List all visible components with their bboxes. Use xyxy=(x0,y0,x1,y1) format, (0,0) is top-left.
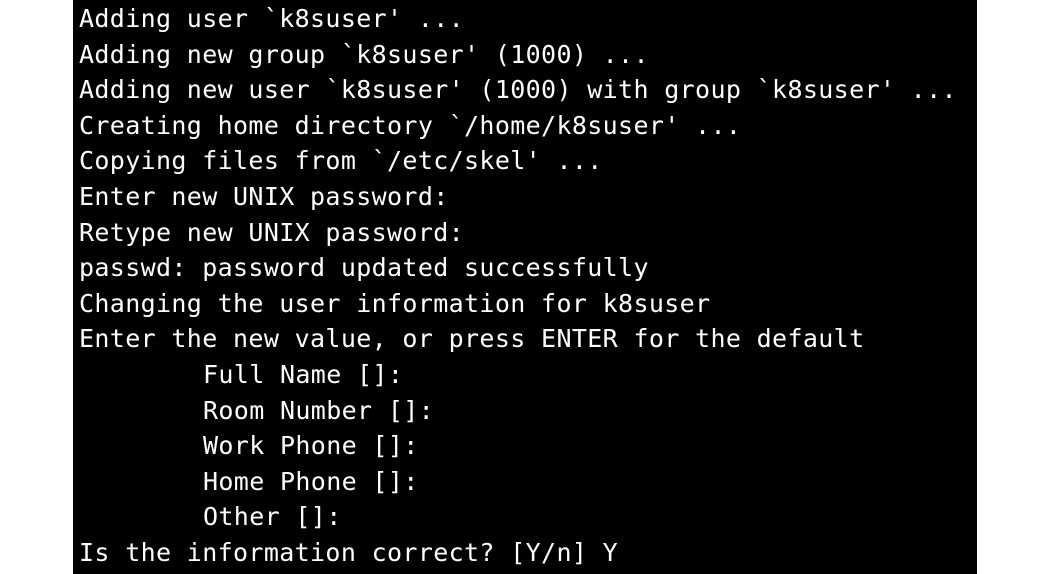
output-line-adding-group: Adding new group `k8suser' (1000) ... xyxy=(79,39,649,69)
output-line-enter-new-value: Enter the new value, or press ENTER for … xyxy=(79,324,865,354)
output-line-creating-home: Creating home directory `/home/k8suser' … xyxy=(79,110,742,140)
output-line-changing-info: Changing the user information for k8suse… xyxy=(79,288,711,318)
terminal-window[interactable]: Adding user `k8suser' ... Adding new gro… xyxy=(73,0,977,574)
prompt-retype-password: Retype new UNIX password: xyxy=(79,217,465,247)
prompt-home-phone: Home Phone []: xyxy=(203,466,419,496)
prompt-room-number: Room Number []: xyxy=(203,395,435,425)
output-line-password-updated: passwd: password updated successfully xyxy=(79,253,649,283)
prompt-work-phone: Work Phone []: xyxy=(203,431,419,461)
prompt-other: Other []: xyxy=(203,502,342,532)
output-line-adding-user-with-group: Adding new user `k8suser' (1000) with gr… xyxy=(79,75,957,105)
prompt-confirm-information[interactable]: Is the information correct? [Y/n] Y xyxy=(79,535,977,571)
output-line-copying-files: Copying files from `/etc/skel' ... xyxy=(79,146,603,176)
prompt-enter-password: Enter new UNIX password: xyxy=(79,181,449,211)
output-line-adding-user: Adding user `k8suser' ... xyxy=(79,4,465,33)
prompt-full-name: Full Name []: xyxy=(203,359,404,389)
